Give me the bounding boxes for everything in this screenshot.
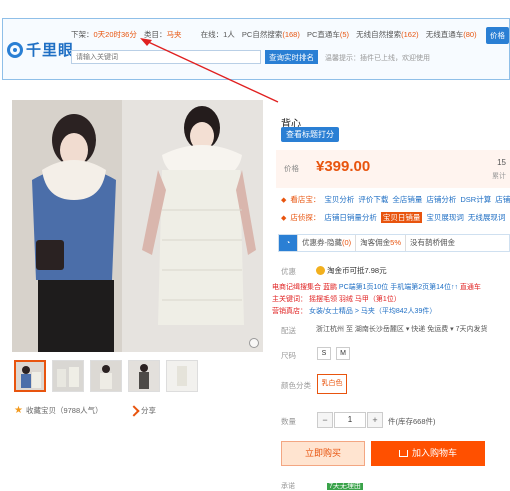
coin-icon [316,266,325,275]
annotation-arrow [140,38,279,103]
promise-row: 承诺 7天无理由 [281,481,363,491]
plugin-logo-text: 千里眼 [26,42,75,59]
title-score-label: 查看标题打分 [286,130,334,139]
thumbnail-5[interactable] [166,360,198,392]
qty-plus-button[interactable]: + [367,412,383,428]
tool2-item-2[interactable]: 宝贝日销量 [380,212,423,223]
qty-label: 数量 [281,417,296,426]
youhui-text: 淘金币可抵7.98元 [327,266,387,275]
youhui-value: 淘金币可抵7.98元 [316,265,387,276]
kandianbao-tools: ◆ 看店宝： 宝贝分析 评价下载 全店销量 店铺分析 DSR计算 店铺上 [281,194,510,205]
promise-badge: 7天无理由 [326,483,363,490]
share-button[interactable]: 分享 [128,404,156,417]
zoom-icon[interactable] [249,338,259,348]
tool-item-3[interactable]: 全店销量 [392,194,422,205]
commission-cell[interactable]: 淘客佣金5% [355,235,405,251]
bridge-commission-cell[interactable]: 没有鹊桥佣金 [405,235,459,251]
ship-label: 配送 [281,326,296,335]
eye-logo-icon [7,41,23,58]
thumbnail-strip [14,360,198,392]
tool2-item-4[interactable]: 无线展现词 [468,212,506,223]
rank-line: 电商记缉搜集合 蓝鹏 PC端第1页10位 手机端第2页第14位↑↑ 直通车 [272,284,481,291]
qty-minus-button[interactable]: − [317,412,333,428]
promo-bar: ◔ 优惠券-隐藏(0) 淘客佣金5% 没有鹊桥佣金 [278,234,510,252]
tool-item-6[interactable]: 店铺上 [495,194,510,205]
pc-train-link[interactable]: PC直通车(5) [307,29,349,40]
tool-item-4[interactable]: 店铺分析 [426,194,456,205]
add-to-cart-button[interactable]: 加入购物车 [371,441,485,466]
color-option[interactable]: 乳白色 [317,374,347,394]
diantanzhen-icon: ◆ [281,214,287,222]
youhui-label: 优惠 [281,267,296,276]
add-to-cart-label: 加入购物车 [411,448,457,458]
category-line: 营销真店： 女装/女士精品 > 马夹（平均842人39件） [272,308,437,315]
cart-icon [398,450,408,457]
diantanzhen-tools: ◆ 店侦探： 店铺日销量分析 宝贝日销量 宝贝展现词 无线展现词 [281,212,505,223]
thumbnail-3[interactable] [90,360,122,392]
promise-label: 承诺 [281,483,295,490]
price-value: ¥399.00 [316,158,371,175]
price-side: 15 累计 [492,158,506,180]
product-photo [12,100,263,352]
stock-text: 件(库存668件) [388,417,436,426]
size-label: 尺码 [281,351,296,360]
price-block: 价格 ¥399.00 15 累计 [276,150,510,188]
wireless-train-link[interactable]: 无线直通车(80) [426,29,477,40]
diantanzhen-label: 店侦探： [290,213,321,222]
tool2-item-3[interactable]: 宝贝展现词 [426,212,464,223]
buy-now-button[interactable]: 立即购买 [281,441,365,466]
tool-item-5[interactable]: DSR计算 [460,194,491,205]
size-option-s[interactable]: S [317,347,331,360]
share-label: 分享 [141,406,156,415]
thumbnail-1[interactable] [14,360,46,392]
thumbnail-2[interactable] [52,360,84,392]
plugin-note: 温馨提示：插件已上线，欢迎使用 [325,55,430,62]
thumbnail-4[interactable] [128,360,160,392]
qty-input[interactable]: 1 [334,412,366,428]
keyword-line: 主关键词： 摇摆毛领 羽绒 马甲（第1位） [272,296,401,303]
kandianbao-label: 看店宝： [290,195,321,204]
title-score-button[interactable]: 查看标题打分 [281,127,339,142]
tool2-item-1[interactable]: 店铺日销量分析 [324,212,377,223]
favorite-label: 收藏宝贝（9788人气） [25,406,103,415]
kandianbao-icon: ◆ [281,196,287,204]
wireless-natural-link[interactable]: 无线自然搜索(162) [356,29,419,40]
main-product-image[interactable] [12,100,263,352]
price-label: 价格 [284,164,299,173]
down-label: 下架： [71,30,94,39]
clock-icon: ◔ [279,235,297,251]
star-icon: ★ [14,405,23,416]
tool-item-2[interactable]: 评价下载 [358,194,388,205]
color-label: 颜色分类 [281,381,311,390]
tool-item-1[interactable]: 宝贝分析 [324,194,354,205]
share-icon [128,404,140,417]
ship-value[interactable]: 浙江杭州 至 湖南长沙岳麓区 ▾ 快递 免运费 ▾ 7天内发货 [316,324,488,334]
coupon-cell[interactable]: 优惠券-隐藏(0) [297,235,355,251]
price-button[interactable]: 价格 [486,27,509,44]
favorite-button[interactable]: ★ 收藏宝贝（9788人气） [14,405,103,416]
plugin-logo[interactable]: 千里眼 [7,39,74,60]
size-option-m[interactable]: M [336,347,350,360]
